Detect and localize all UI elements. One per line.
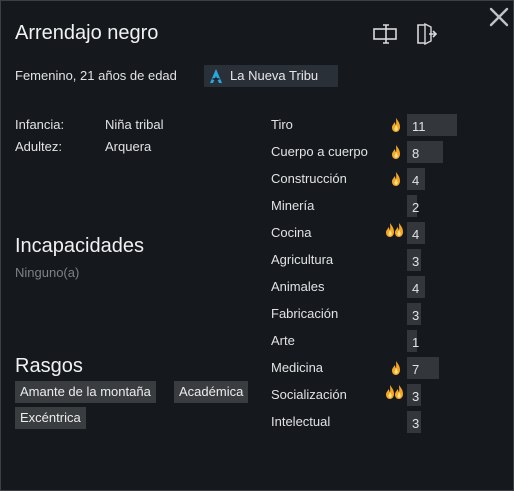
childhood-label: Infancia:	[15, 117, 65, 132]
skill-name: Animales	[271, 279, 325, 294]
skill-level: 4	[412, 227, 420, 242]
skill-name: Medicina	[271, 360, 324, 375]
skill-row[interactable]: Cuerpo a cuerpo 8	[271, 141, 471, 165]
skill-name: Cocina	[271, 225, 312, 240]
skill-level: 4	[412, 281, 420, 296]
skill-row[interactable]: Tiro 11	[271, 114, 471, 138]
childhood-backstory[interactable]: Niña tribal	[105, 117, 164, 132]
flame-icon	[392, 145, 400, 159]
faction-chip[interactable]: La Nueva Tribu	[204, 65, 338, 87]
close-icon	[489, 7, 509, 27]
skill-level: 8	[412, 146, 420, 161]
skill-level: 4	[412, 173, 420, 188]
trait-chip[interactable]: Académica	[174, 381, 249, 403]
skill-row[interactable]: Construcción 4	[271, 168, 471, 192]
pawn-description: Femenino, 21 años de edad	[15, 68, 177, 83]
character-card-window: Arrendajo negro Femenino, 21 años de eda…	[0, 0, 514, 491]
faction-icon	[210, 69, 222, 83]
flame-icon	[392, 118, 400, 132]
trait-chip[interactable]: Amante de la montaña	[15, 381, 156, 403]
traits-title: Rasgos	[15, 355, 83, 377]
skill-level: 3	[412, 308, 420, 323]
adulthood-label: Adultez:	[15, 139, 62, 154]
flame-icon	[392, 361, 400, 375]
banish-button[interactable]	[414, 22, 438, 46]
banish-icon	[417, 22, 438, 46]
skill-row[interactable]: Agricultura 3	[271, 249, 471, 273]
skill-level: 2	[412, 200, 420, 215]
skill-row[interactable]: Medicina 7	[271, 357, 471, 381]
skill-row[interactable]: Socialización 3	[271, 384, 471, 408]
flame-icon	[392, 172, 400, 186]
skill-name: Minería	[271, 198, 315, 213]
double-flame-icon	[386, 385, 403, 399]
skill-row[interactable]: Minería 2	[271, 195, 471, 219]
skill-level: 3	[412, 254, 420, 269]
skill-name: Intelectual	[271, 414, 331, 429]
skill-name: Agricultura	[271, 252, 334, 267]
skill-name: Socialización	[271, 387, 347, 402]
adulthood-backstory[interactable]: Arquera	[105, 139, 151, 154]
skill-name: Tiro	[271, 117, 293, 132]
double-flame-icon	[386, 223, 403, 237]
pawn-name: Arrendajo negro	[15, 22, 159, 44]
skill-name: Construcción	[271, 171, 347, 186]
trait-chip[interactable]: Excéntrica	[15, 407, 86, 429]
incapacities-value: Ninguno(a)	[15, 265, 80, 280]
skill-row[interactable]: Fabricación 3	[271, 303, 471, 327]
incapacities-title: Incapacidades	[15, 235, 144, 257]
faction-label: La Nueva Tribu	[230, 68, 319, 83]
skill-row[interactable]: Arte 1	[271, 330, 471, 354]
skill-name: Arte	[271, 333, 295, 348]
rename-button[interactable]	[373, 23, 399, 45]
skill-row[interactable]: Intelectual 3	[271, 411, 471, 435]
close-button[interactable]	[487, 5, 511, 29]
skill-level: 7	[412, 362, 420, 377]
skill-row[interactable]: Cocina 4	[271, 222, 471, 246]
skill-level: 3	[412, 389, 420, 404]
rename-icon	[373, 24, 397, 44]
skill-level: 1	[412, 335, 420, 350]
skill-row[interactable]: Animales 4	[271, 276, 471, 300]
skill-name: Cuerpo a cuerpo	[271, 144, 368, 159]
skill-level: 3	[412, 416, 420, 431]
skill-name: Fabricación	[271, 306, 339, 321]
skill-level: 11	[412, 119, 426, 134]
